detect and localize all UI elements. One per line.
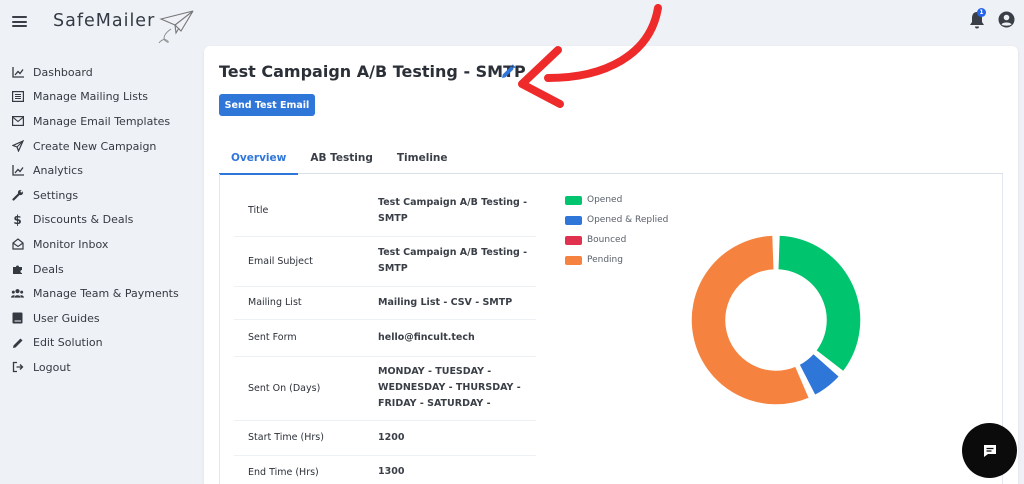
detail-value: Test Campaign A/B Testing - SMTP bbox=[378, 186, 536, 237]
legend-label: Bounced bbox=[587, 235, 627, 245]
envelope-icon bbox=[11, 115, 24, 128]
legend-swatch bbox=[565, 195, 582, 205]
sidebar-item-edit-solution[interactable]: Edit Solution bbox=[0, 331, 195, 356]
chat-button[interactable] bbox=[962, 423, 1017, 478]
chart-legend: Opened Opened & Replied Bounced Pending bbox=[565, 190, 668, 270]
donut-slice-opened[interactable] bbox=[776, 234, 862, 373]
logout-icon bbox=[11, 361, 24, 374]
chart-line-icon bbox=[11, 164, 24, 177]
sidebar-item-label: Dashboard bbox=[33, 65, 93, 79]
table-row: Sent Form hello@fincult.tech bbox=[234, 319, 536, 357]
detail-value: 1300 bbox=[378, 455, 536, 484]
tab-ab-testing[interactable]: AB Testing bbox=[298, 146, 385, 173]
detail-key: End Time (Hrs) bbox=[234, 455, 378, 484]
detail-key: Email Subject bbox=[234, 236, 378, 287]
detail-value: 1200 bbox=[378, 420, 536, 456]
sidebar-item-settings[interactable]: Settings bbox=[0, 183, 195, 208]
sidebar-item-logout[interactable]: Logout bbox=[0, 355, 195, 380]
paper-plane-icon bbox=[11, 140, 24, 153]
sidebar-item-label: User Guides bbox=[33, 311, 100, 325]
sidebar-item-label: Create New Campaign bbox=[33, 139, 157, 153]
logo: SafeMailer bbox=[53, 9, 197, 49]
sidebar-item-dashboard[interactable]: Dashboard bbox=[0, 60, 195, 85]
paper-plane-logo-icon bbox=[158, 10, 194, 44]
chart-line-icon bbox=[11, 66, 24, 79]
detail-key: Sent Form bbox=[234, 319, 378, 357]
table-row: Sent On (Days) MONDAY - TUESDAY - WEDNES… bbox=[234, 356, 536, 421]
legend-swatch bbox=[565, 235, 582, 245]
detail-key: Title bbox=[234, 186, 378, 237]
sidebar-item-label: Manage Mailing Lists bbox=[33, 90, 149, 104]
annotation-arrow-icon bbox=[518, 4, 662, 108]
table-row: End Time (Hrs) 1300 bbox=[234, 455, 536, 484]
sidebar-item-label: Manage Email Templates bbox=[33, 114, 171, 128]
detail-key: Start Time (Hrs) bbox=[234, 420, 378, 456]
detail-value: Test Campaign A/B Testing - SMTP bbox=[378, 236, 536, 287]
chat-bubble-icon bbox=[983, 444, 996, 457]
tab-timeline[interactable]: Timeline bbox=[385, 146, 460, 173]
wrench-icon bbox=[11, 189, 24, 202]
user-account-icon[interactable] bbox=[998, 11, 1015, 28]
legend-label: Pending bbox=[587, 255, 623, 265]
legend-item-opened[interactable]: Opened bbox=[565, 190, 668, 210]
sidebar-item-label: Monitor Inbox bbox=[33, 237, 109, 251]
list-icon bbox=[11, 90, 24, 103]
overview-panel: Title Test Campaign A/B Testing - SMTP E… bbox=[219, 174, 1003, 484]
sidebar-item-discounts-deals[interactable]: $ Discounts & Deals bbox=[0, 208, 195, 233]
sidebar-item-label: Manage Team & Payments bbox=[33, 287, 179, 301]
sidebar-item-monitor-inbox[interactable]: Monitor Inbox bbox=[0, 232, 195, 257]
sidebar-item-label: Discounts & Deals bbox=[33, 213, 134, 227]
legend-item-pending[interactable]: Pending bbox=[565, 250, 668, 270]
notification-badge: 1 bbox=[977, 8, 986, 17]
sidebar-item-analytics[interactable]: Analytics bbox=[0, 158, 195, 183]
detail-key: Mailing List bbox=[234, 286, 378, 320]
sidebar-item-create-new-campaign[interactable]: Create New Campaign bbox=[0, 134, 195, 159]
detail-value: hello@fincult.tech bbox=[378, 319, 536, 357]
sidebar-item-label: Settings bbox=[33, 188, 79, 202]
inbox-icon bbox=[11, 238, 24, 251]
sidebar-item-manage-mailing-lists[interactable]: Manage Mailing Lists bbox=[0, 85, 195, 110]
legend-item-bounced[interactable]: Bounced bbox=[565, 230, 668, 250]
pencil-icon bbox=[11, 336, 24, 349]
table-row: Mailing List Mailing List - CSV - SMTP bbox=[234, 286, 536, 320]
campaign-card: Test Campaign A/B Testing - SMTP Send Te… bbox=[204, 46, 1018, 484]
detail-value: MONDAY - TUESDAY - WEDNESDAY - THURSDAY … bbox=[378, 356, 536, 421]
sidebar-item-manage-email-templates[interactable]: Manage Email Templates bbox=[0, 109, 195, 134]
table-row: Start Time (Hrs) 1200 bbox=[234, 420, 536, 456]
sidebar-item-deals[interactable]: Deals bbox=[0, 257, 195, 282]
detail-key: Sent On (Days) bbox=[234, 356, 378, 421]
legend-label: Opened bbox=[587, 195, 623, 205]
sidebar-item-manage-team-payments[interactable]: Manage Team & Payments bbox=[0, 281, 195, 306]
sidebar-item-label: Logout bbox=[33, 360, 71, 374]
legend-item-opened-replied[interactable]: Opened & Replied bbox=[565, 210, 668, 230]
sidebar-item-label: Edit Solution bbox=[33, 336, 103, 350]
tab-overview[interactable]: Overview bbox=[219, 146, 299, 175]
sidebar-item-label: Deals bbox=[33, 262, 64, 276]
page-title: Test Campaign A/B Testing - SMTP bbox=[219, 62, 526, 81]
legend-label: Opened & Replied bbox=[587, 215, 669, 225]
tab-bar: Overview AB Testing Timeline bbox=[219, 146, 1003, 175]
legend-swatch bbox=[565, 255, 582, 265]
legend-swatch bbox=[565, 215, 582, 225]
book-icon bbox=[11, 312, 24, 325]
table-row: Title Test Campaign A/B Testing - SMTP bbox=[234, 186, 536, 237]
sidebar-item-label: Analytics bbox=[33, 164, 83, 178]
menu-toggle-icon[interactable] bbox=[12, 16, 27, 27]
detail-value: Mailing List - CSV - SMTP bbox=[378, 286, 536, 320]
users-icon bbox=[11, 287, 24, 300]
logo-text: SafeMailer bbox=[53, 11, 156, 31]
table-row: Email Subject Test Campaign A/B Testing … bbox=[234, 236, 536, 287]
send-test-email-button[interactable]: Send Test Email bbox=[219, 94, 315, 116]
status-donut-chart bbox=[690, 234, 862, 406]
sidebar: Dashboard Manage Mailing Lists Manage Em… bbox=[0, 60, 195, 380]
campaign-details-table: Title Test Campaign A/B Testing - SMTP E… bbox=[234, 186, 536, 484]
dollar-icon: $ bbox=[13, 212, 22, 227]
puzzle-icon bbox=[11, 263, 24, 276]
sidebar-item-user-guides[interactable]: User Guides bbox=[0, 306, 195, 331]
